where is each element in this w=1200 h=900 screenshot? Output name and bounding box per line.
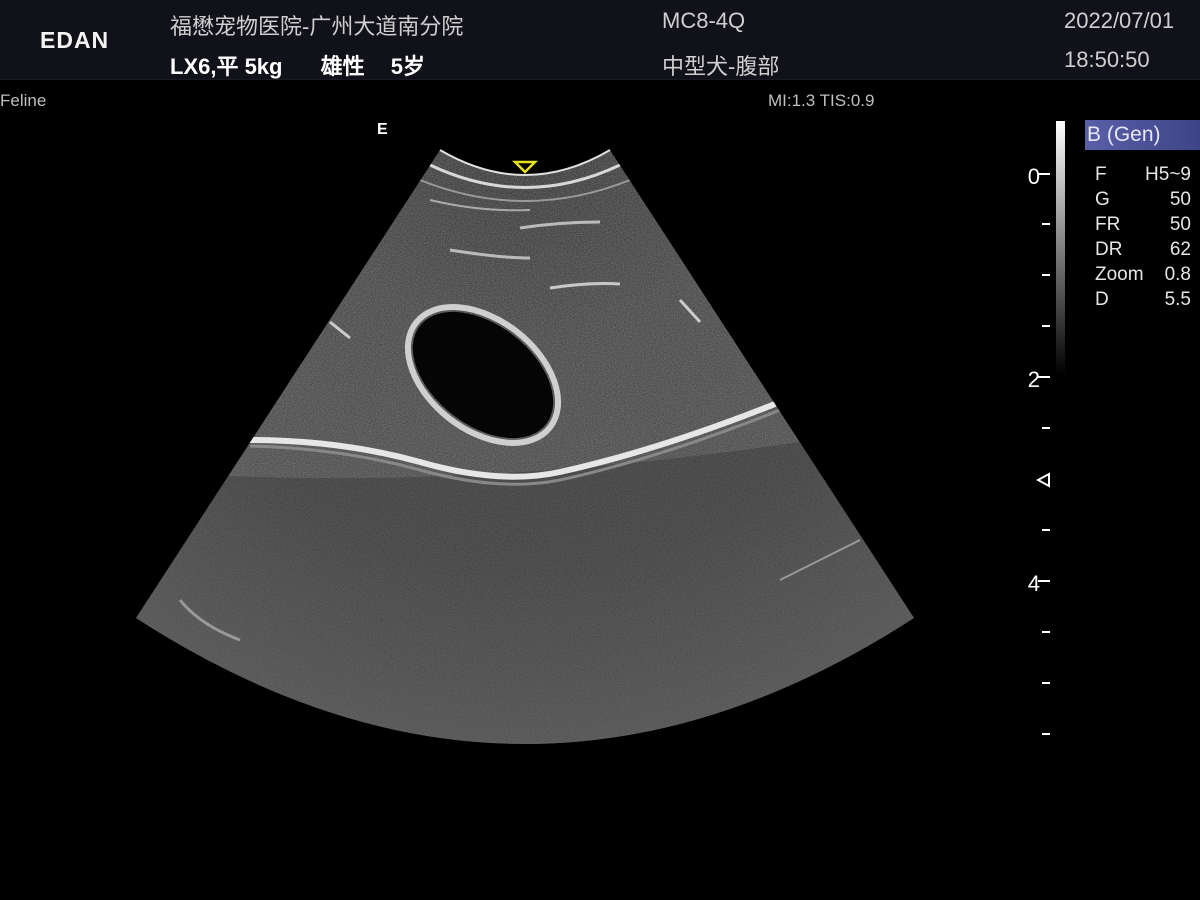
param-row: D 5.5 <box>1095 287 1191 312</box>
param-key: D <box>1095 289 1109 310</box>
param-key: FR <box>1095 214 1121 235</box>
param-row: Zoom 0.8 <box>1095 262 1191 287</box>
ultrasound-image[interactable] <box>0 0 1200 900</box>
param-row: G 50 <box>1095 187 1191 212</box>
param-value: 0.8 <box>1164 264 1191 285</box>
gray-scale-bar <box>1056 121 1065 376</box>
param-key: G <box>1095 189 1110 210</box>
param-value: H5~9 <box>1145 164 1191 185</box>
param-value: 50 <box>1169 214 1191 235</box>
depth-tick <box>1042 631 1050 633</box>
depth-label-4: 4 <box>1027 571 1040 596</box>
param-row: F H5~9 <box>1095 162 1191 187</box>
param-row: DR 62 <box>1095 237 1191 262</box>
param-value: 62 <box>1169 239 1191 260</box>
mode-label: B (Gen) <box>1085 120 1200 150</box>
param-value: 50 <box>1169 189 1191 210</box>
depth-label-2: 2 <box>1027 367 1040 392</box>
imaging-parameters: F H5~9 G 50 FR 50 DR 62 Zoom 0.8 D 5.5 <box>1095 162 1191 312</box>
depth-label-0: 0 <box>1027 164 1040 189</box>
depth-tick-major <box>1038 376 1050 378</box>
param-key: F <box>1095 164 1107 185</box>
depth-tick <box>1042 529 1050 531</box>
sector-scan <box>136 150 914 744</box>
focus-triangle-left-icon[interactable] <box>1036 472 1052 488</box>
depth-tick <box>1042 274 1050 276</box>
depth-tick-major <box>1038 173 1050 175</box>
depth-tick-major <box>1038 580 1050 582</box>
param-value: 5.5 <box>1164 289 1191 310</box>
depth-tick <box>1042 733 1050 735</box>
param-key: Zoom <box>1095 264 1144 285</box>
depth-tick <box>1042 427 1050 429</box>
depth-tick <box>1042 682 1050 684</box>
param-row: FR 50 <box>1095 212 1191 237</box>
depth-tick <box>1042 325 1050 327</box>
top-marker-triangle-down-icon <box>511 160 539 174</box>
depth-tick <box>1042 223 1050 225</box>
param-key: DR <box>1095 239 1123 260</box>
ultrasound-screen: EDAN 福懋宠物医院-广州大道南分院 LX6,平 5kg 雄性 5岁 MC8-… <box>0 0 1200 900</box>
